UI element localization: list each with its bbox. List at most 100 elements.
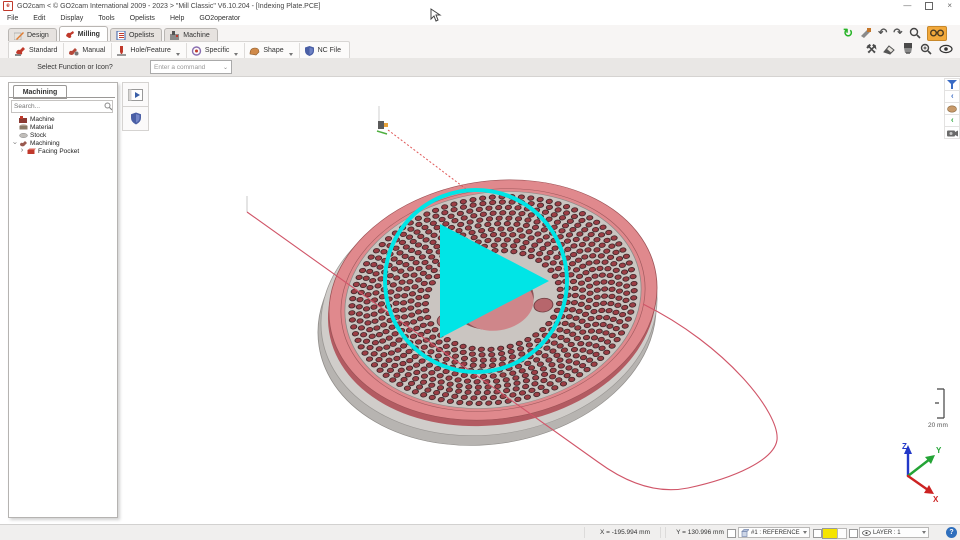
scale-label: 20 mm	[928, 422, 948, 429]
tree-label-machining: Machining	[30, 140, 60, 147]
tree-item-material[interactable]: Material	[11, 123, 113, 131]
tab-machine-label: Machine	[183, 32, 209, 39]
tree-label-machine: Machine	[30, 116, 55, 123]
nc-file-label: NC File	[318, 47, 341, 54]
eraser-icon[interactable]	[883, 44, 896, 55]
maximize-button[interactable]	[925, 2, 933, 10]
expander-closed-icon[interactable]: ›	[19, 148, 25, 154]
tree-item-stock[interactable]: Stock	[11, 131, 113, 139]
tree-item-facing-pocket[interactable]: › Facing Pocket	[11, 147, 113, 155]
nc-file-button[interactable]: NC File	[300, 43, 347, 58]
close-button[interactable]: ×	[947, 2, 952, 10]
tree-label-stock: Stock	[30, 132, 46, 139]
tree-label-material: Material	[30, 124, 53, 131]
menu-opelists[interactable]: Opelists	[128, 14, 157, 23]
menu-bar: File Edit Display Tools Opelists Help GO…	[0, 12, 960, 25]
minimize-button[interactable]: —	[903, 2, 911, 10]
ribbon-tabs: Design Milling Opelists Machine	[8, 26, 220, 41]
tree-item-machine[interactable]: Machine	[11, 115, 113, 123]
specific-icon	[191, 46, 202, 56]
camera-view-button[interactable]	[944, 126, 960, 139]
panel-tab-divider	[9, 97, 115, 98]
hole-feature-dropdown-caret[interactable]	[176, 53, 180, 56]
panel-search-box[interactable]	[11, 100, 113, 113]
tab-opelists[interactable]: Opelists	[110, 28, 162, 41]
facing-pocket-tree-icon	[27, 148, 36, 155]
command-dropdown-arrow[interactable]: ⌄	[223, 64, 228, 71]
tools-icon[interactable]: ⚒	[866, 44, 877, 55]
machine-tree-icon	[19, 116, 28, 123]
machine-icon	[170, 31, 180, 40]
menu-display[interactable]: Display	[58, 14, 85, 23]
specific-label: Specific	[205, 47, 230, 54]
view-toolbar-row1: ↻ ↶ ↷	[843, 26, 947, 40]
specific-dropdown-caret[interactable]	[234, 53, 238, 56]
machining-tree: Machine Material Stock › Machining › Fac…	[11, 115, 113, 155]
menu-file[interactable]: File	[5, 14, 20, 23]
plane-selector[interactable]: #1 : REFERENCE	[738, 527, 810, 538]
specific-button[interactable]: Specific	[187, 43, 246, 58]
standard-icon	[15, 46, 26, 56]
layer-dropdown-arrow[interactable]	[922, 531, 926, 534]
standard-button[interactable]: Standard	[11, 43, 64, 58]
undo-icon[interactable]: ↶	[878, 28, 887, 39]
hole-feature-icon	[116, 46, 127, 56]
zoom-icon[interactable]	[909, 27, 921, 39]
measure-tool-icon[interactable]	[859, 27, 872, 39]
layer-checkbox[interactable]	[849, 529, 858, 538]
search-input[interactable]	[12, 103, 104, 110]
help-button[interactable]: ?	[946, 527, 957, 538]
command-placeholder: Enter a command	[154, 64, 205, 71]
plane-dropdown-arrow[interactable]	[803, 531, 807, 534]
go2cam-window: 20 mm Z Y X e GO2cam < © GO2cam Internat…	[0, 0, 960, 540]
filter-funnel-icon	[947, 80, 957, 89]
tab-machine[interactable]: Machine	[164, 28, 217, 41]
standard-label: Standard	[29, 47, 57, 54]
plane-checkbox[interactable]	[727, 529, 736, 538]
machining-tree-icon	[19, 140, 28, 147]
simulation-button[interactable]	[122, 82, 149, 107]
plane-value: #1 : REFERENCE	[751, 530, 800, 536]
regenerate-icon[interactable]: ↻	[843, 26, 853, 40]
tree-item-machining[interactable]: › Machining	[11, 139, 113, 147]
tab-opelists-label: Opelists	[129, 32, 154, 39]
menu-edit[interactable]: Edit	[31, 14, 47, 23]
menu-go2operator[interactable]: GO2operator	[197, 14, 242, 23]
visibility-eye-icon[interactable]	[939, 44, 953, 54]
command-combobox[interactable]: Enter a command ⌄	[150, 60, 232, 74]
tab-milling[interactable]: Milling	[59, 26, 108, 41]
color-dropdown-button[interactable]	[837, 528, 847, 539]
color-checkbox[interactable]	[813, 529, 822, 538]
axis-y-label: Y	[936, 446, 942, 455]
stock-tree-icon	[19, 132, 28, 139]
brush-icon[interactable]	[902, 43, 914, 55]
redo-icon[interactable]: ↷	[893, 28, 902, 39]
window-title: GO2cam < © GO2cam International 2009 - 2…	[17, 3, 321, 10]
scale-indicator: 20 mm	[928, 389, 948, 429]
layer-selector[interactable]: LAYER : 1	[859, 527, 929, 538]
shield-icon	[130, 112, 142, 125]
shape-button[interactable]: Shape	[245, 43, 299, 58]
go2-view-glasses-icon[interactable]	[927, 26, 947, 41]
manual-button[interactable]: Manual	[64, 43, 112, 58]
camera-icon	[947, 129, 958, 137]
tab-design[interactable]: Design	[8, 28, 57, 41]
machining-panel: Machining Machine Material Stock	[8, 82, 118, 518]
tab-milling-label: Milling	[78, 31, 100, 38]
zoom-window-icon[interactable]	[920, 43, 933, 55]
status-bar: X = -195.994 mm Y = 130.996 mm #1 : REFE…	[0, 524, 960, 540]
shape-dropdown-caret[interactable]	[289, 53, 293, 56]
hole-feature-button[interactable]: Hole/Feature	[112, 43, 186, 58]
mouse-cursor	[430, 8, 442, 22]
shape-icon	[249, 46, 260, 56]
protection-button[interactable]	[122, 106, 149, 131]
tab-design-label: Design	[27, 32, 49, 39]
expander-open-icon[interactable]: ›	[11, 140, 17, 146]
menu-tools[interactable]: Tools	[96, 14, 116, 23]
active-color-swatch[interactable]	[822, 528, 838, 539]
title-bar: e GO2cam < © GO2cam International 2009 -…	[0, 0, 960, 12]
tree-label-facing-pocket: Facing Pocket	[38, 148, 79, 155]
viewport-3d[interactable]: 20 mm Z Y X	[0, 0, 960, 540]
nc-file-icon	[304, 46, 315, 56]
menu-help[interactable]: Help	[168, 14, 186, 23]
